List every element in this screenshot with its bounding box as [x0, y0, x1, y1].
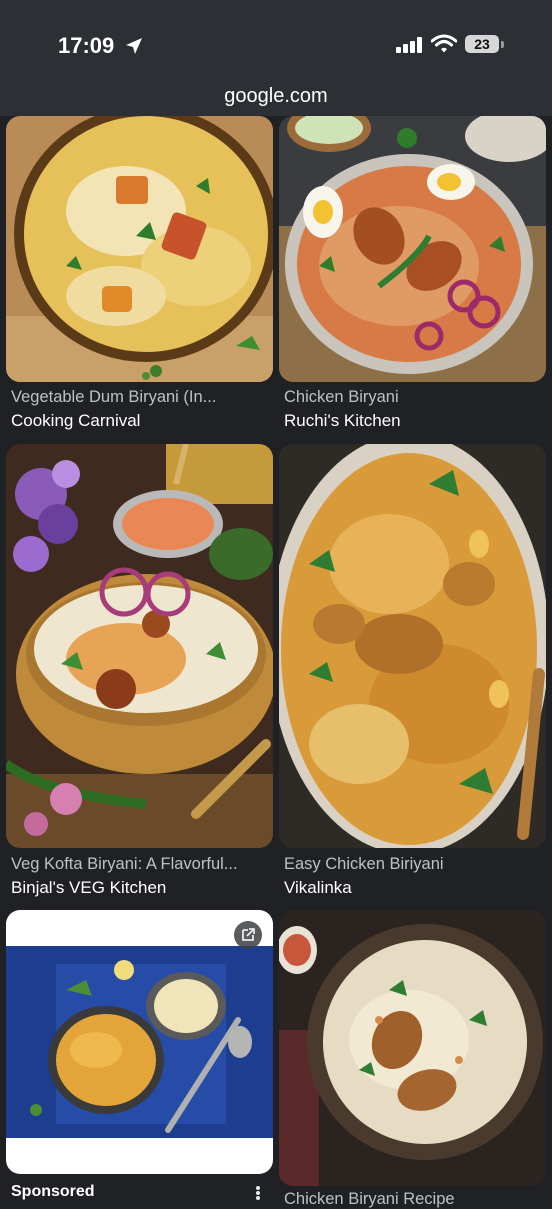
result-image-chicken-biryani[interactable]: [279, 116, 546, 382]
status-time: 17:09: [58, 33, 115, 58]
external-link-icon[interactable]: [234, 921, 262, 949]
status-bar: 17:09 23: [0, 0, 552, 80]
result-image-vegetable-dum-biryani[interactable]: [6, 116, 273, 382]
result-source[interactable]: Cooking Carnival: [11, 411, 140, 431]
result-title[interactable]: Vegetable Dum Biryani (In...: [11, 388, 269, 407]
result-source[interactable]: Ruchi's Kitchen: [284, 411, 401, 431]
result-title[interactable]: Easy Chicken Biriyani: [284, 855, 542, 874]
result-source[interactable]: Binjal's VEG Kitchen: [11, 878, 166, 898]
result-image-easy-chicken-biriyani[interactable]: [279, 444, 546, 848]
wifi-icon: [431, 34, 457, 53]
result-source[interactable]: Vikalinka: [284, 878, 352, 898]
result-image-veg-kofta-biryani[interactable]: [6, 444, 273, 848]
url-text: google.com: [224, 85, 328, 107]
result-title[interactable]: Chicken Biryani: [284, 388, 542, 407]
sponsored-result-image[interactable]: [6, 910, 273, 1174]
battery-icon: 23: [465, 35, 499, 53]
result-image-chicken-biryani-recipe[interactable]: [279, 910, 546, 1186]
more-vert-icon[interactable]: [252, 1186, 264, 1200]
result-title[interactable]: Veg Kofta Biryani: A Flavorful...: [11, 855, 269, 874]
battery-cap: [501, 41, 504, 48]
location-arrow-icon: [126, 38, 142, 54]
sponsored-label: Sponsored: [11, 1183, 95, 1200]
signal-icon: [396, 37, 422, 53]
url-bar[interactable]: google.com: [0, 80, 552, 116]
